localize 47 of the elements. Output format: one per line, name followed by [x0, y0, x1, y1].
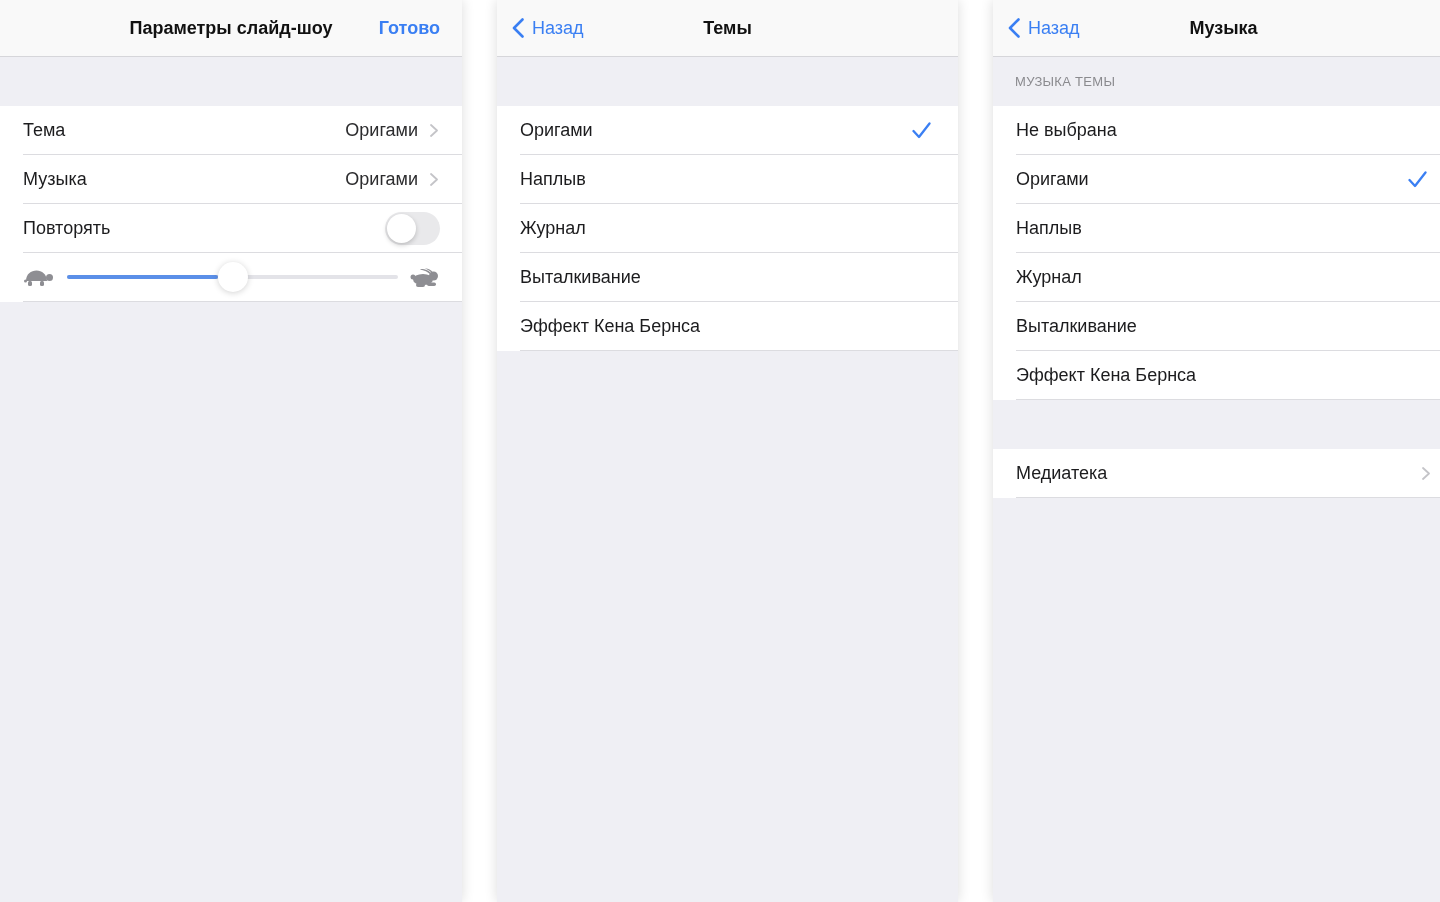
back-button[interactable]: Назад: [1008, 17, 1080, 39]
option-row[interactable]: Выталкивание: [497, 253, 958, 302]
row-label: Выталкивание: [1016, 315, 1138, 337]
option-row[interactable]: Оригами: [497, 106, 958, 155]
chevron-right-icon: [430, 172, 438, 186]
option-row[interactable]: Журнал: [497, 204, 958, 253]
option-row[interactable]: Не выбрана: [993, 106, 1440, 155]
row-label: Выталкивание: [520, 266, 642, 288]
option-row[interactable]: Журнал: [993, 253, 1440, 302]
chevron-left-icon: [1008, 18, 1020, 38]
option-row[interactable]: Выталкивание: [993, 302, 1440, 351]
option-row[interactable]: Наплыв: [993, 204, 1440, 253]
nav-title: Музыка: [1189, 17, 1258, 39]
row-label: Повторять: [23, 217, 112, 239]
option-row[interactable]: Эффект Кена Бернса: [993, 351, 1440, 400]
row-label: Тема: [23, 119, 67, 141]
section-header: МУЗЫКА ТЕМЫ: [1015, 74, 1116, 89]
option-row[interactable]: Эффект Кена Бернса: [497, 302, 958, 351]
row-label: Медиатека: [1016, 462, 1109, 484]
row-label: Эффект Кена Бернса: [1016, 364, 1198, 386]
row-label: Оригами: [1016, 168, 1090, 190]
nav-title: Параметры слайд-шоу: [129, 17, 333, 39]
row-label: Музыка: [23, 168, 88, 190]
row-label: Наплыв: [1016, 217, 1083, 239]
rabbit-icon: [410, 267, 440, 287]
nav-title: Темы: [703, 17, 752, 39]
toggle-switch[interactable]: [385, 211, 440, 245]
slider-thumb[interactable]: [217, 262, 248, 292]
row-label: Наплыв: [520, 168, 587, 190]
row-label: Журнал: [1016, 266, 1083, 288]
chevron-right-icon: [430, 123, 438, 137]
back-button[interactable]: Назад: [512, 17, 584, 39]
chevron-right-icon: [1422, 466, 1430, 480]
turtle-icon: [24, 268, 54, 286]
row-value: Оригами: [345, 168, 418, 190]
row-value: Оригами: [345, 119, 418, 141]
disclosure-row[interactable]: Тема Оригами: [0, 106, 462, 155]
done-button[interactable]: Готово: [378, 17, 440, 39]
option-row[interactable]: Наплыв: [497, 155, 958, 204]
chevron-left-icon: [512, 18, 524, 38]
disclosure-row[interactable]: Медиатека: [993, 449, 1440, 498]
option-row[interactable]: Оригами: [993, 155, 1440, 204]
row-label: Не выбрана: [1016, 119, 1118, 141]
row-label: Эффект Кена Бернса: [520, 315, 702, 337]
row-label: Оригами: [520, 119, 594, 141]
disclosure-row[interactable]: Музыка Оригами: [0, 155, 462, 204]
row-label: Журнал: [520, 217, 587, 239]
